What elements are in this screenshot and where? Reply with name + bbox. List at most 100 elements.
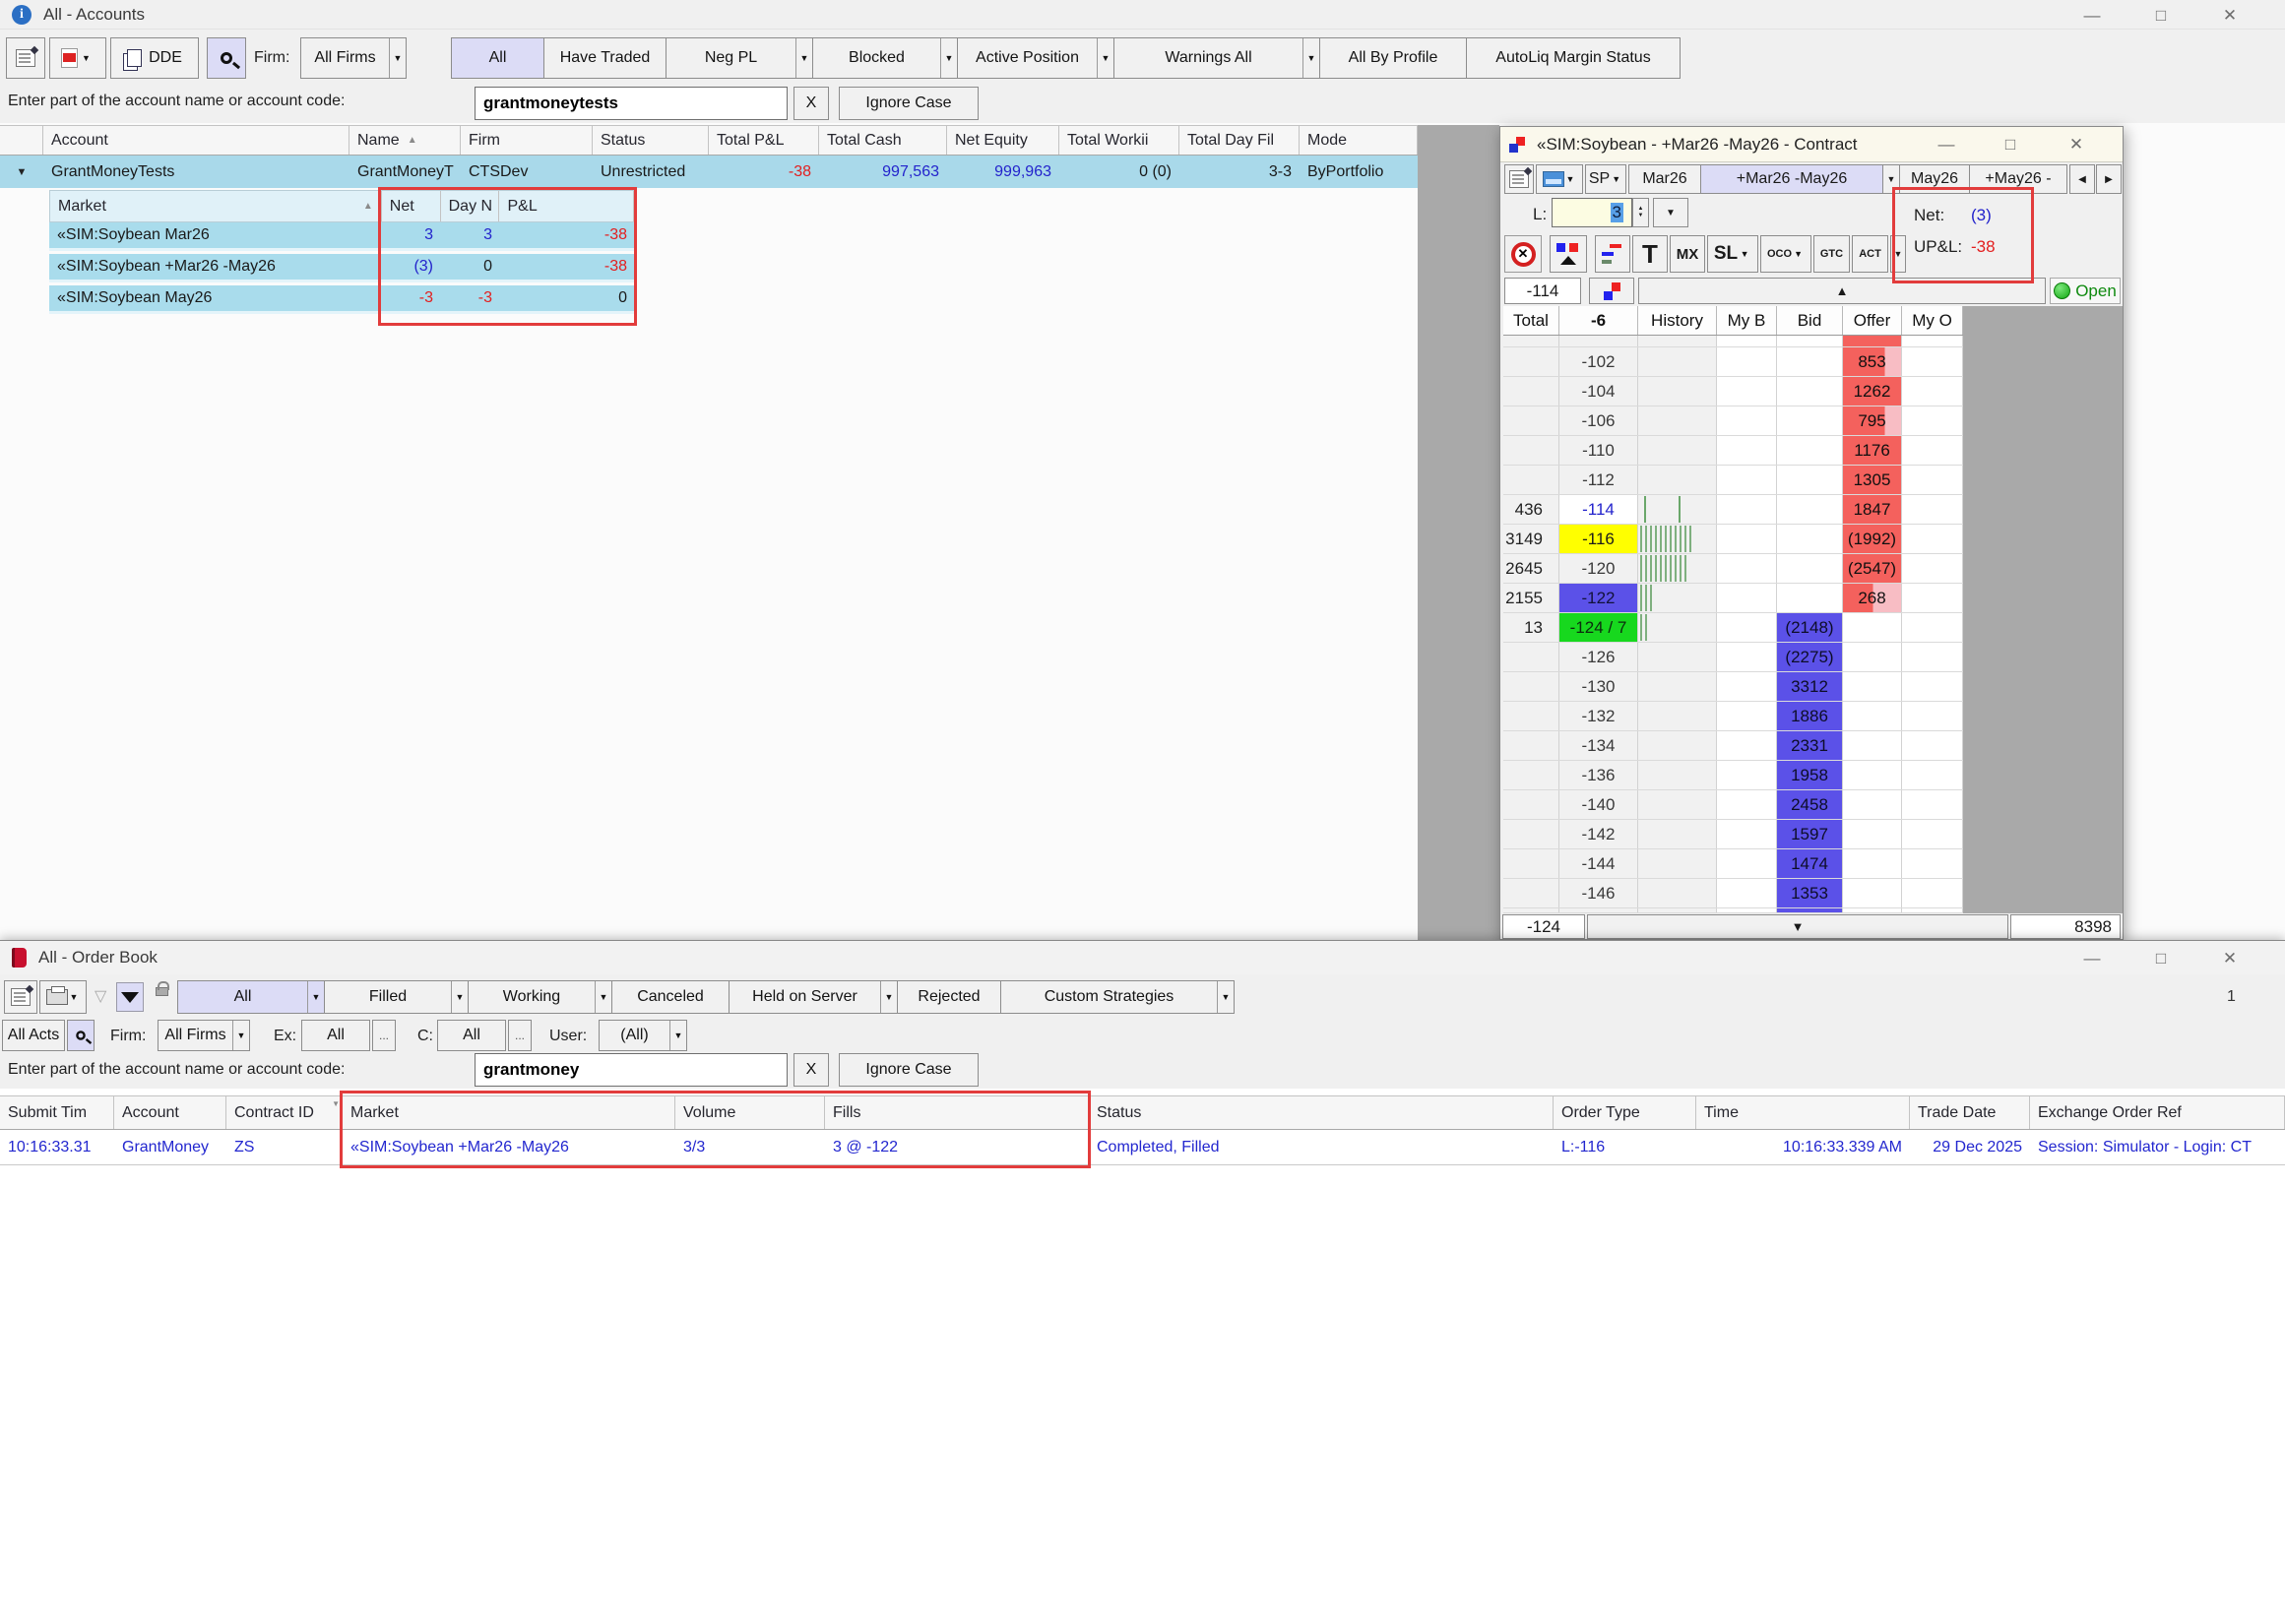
chevron-down-icon[interactable]: ▼ — [307, 981, 324, 1013]
chevron-down-icon[interactable]: ▼ — [389, 38, 406, 78]
cell-my-bid[interactable] — [1717, 336, 1777, 346]
cell-price[interactable]: -146 — [1559, 879, 1638, 907]
cell-offer[interactable]: 853 — [1843, 347, 1902, 376]
cell-bid[interactable] — [1777, 584, 1843, 612]
col-contract-id[interactable]: Contract ID▼ — [226, 1096, 343, 1129]
row-expander-icon[interactable]: ▼ — [0, 156, 43, 188]
cell-my-offer[interactable] — [1902, 554, 1963, 583]
ladder-row[interactable]: -1321886 — [1503, 702, 1963, 731]
cell-price[interactable] — [1559, 336, 1638, 346]
cell-my-offer[interactable] — [1902, 672, 1963, 701]
chevron-down-icon[interactable]: ▼ — [68, 981, 80, 1013]
ladder-tab-may26[interactable]: May26 — [1899, 164, 1970, 194]
ignore-case-button[interactable]: Ignore Case — [839, 87, 979, 120]
position-row[interactable]: «SIM:Soybean May26-3-30 — [49, 285, 635, 314]
chevron-down-icon[interactable]: ▼ — [232, 1021, 249, 1050]
cell-price[interactable]: -136 — [1559, 761, 1638, 789]
orderbook-filter-all[interactable]: All▼ — [177, 980, 325, 1014]
col-net-equity[interactable]: Net Equity — [947, 126, 1059, 155]
more-order-types-dropdown[interactable]: ▼ — [1890, 235, 1906, 273]
cell-offer[interactable]: 1305 — [1843, 466, 1902, 494]
col-account[interactable]: Account — [114, 1096, 226, 1129]
ob-clear-search-button[interactable]: X — [793, 1053, 829, 1087]
ob-search-button[interactable] — [67, 1020, 95, 1051]
col-my-offer[interactable]: My O — [1902, 306, 1963, 335]
ladder-row[interactable]: -1421597 — [1503, 820, 1963, 849]
cell-my-offer[interactable] — [1902, 584, 1963, 612]
cell-my-offer[interactable] — [1902, 820, 1963, 848]
cell-my-bid[interactable] — [1717, 790, 1777, 819]
chevron-down-icon[interactable]: ▼ — [1792, 236, 1805, 272]
pos-col-market[interactable]: Market▲ — [50, 191, 382, 221]
ladder-row[interactable]: -1461353 — [1503, 879, 1963, 908]
ladder-row[interactable]: -1361958 — [1503, 761, 1963, 790]
cell-my-bid[interactable] — [1717, 820, 1777, 848]
chevron-down-icon[interactable]: ▼ — [1738, 236, 1751, 272]
orderbook-filter-working[interactable]: Working▼ — [468, 980, 612, 1014]
cell-offer[interactable]: 1176 — [1843, 436, 1902, 465]
ob-firm-dropdown[interactable]: All Firms▼ — [158, 1020, 250, 1051]
cell-bid[interactable]: 1886 — [1777, 702, 1843, 730]
col-status[interactable]: Status — [593, 126, 709, 155]
chart-button[interactable]: ▼ — [1536, 164, 1583, 194]
chevron-down-icon[interactable]: ▼ — [78, 38, 95, 78]
cell-bid[interactable] — [1777, 406, 1843, 435]
maximize-button[interactable]: □ — [2131, 4, 2190, 28]
cell-price[interactable]: -122 — [1559, 584, 1638, 612]
col-order-type[interactable]: Order Type — [1554, 1096, 1696, 1129]
col-time[interactable]: Time — [1696, 1096, 1910, 1129]
qty-preset-dropdown[interactable]: ▼ — [1653, 198, 1688, 227]
cell-my-bid[interactable] — [1717, 495, 1777, 524]
col-exchange-order-ref[interactable]: Exchange Order Ref — [2030, 1096, 2285, 1129]
col-submit-tim[interactable]: Submit Tim — [0, 1096, 114, 1129]
cell-price[interactable]: -110 — [1559, 436, 1638, 465]
cell-my-bid[interactable] — [1717, 731, 1777, 760]
ladder-row[interactable]: -102853 — [1503, 347, 1963, 377]
ladder-row[interactable]: -1121305 — [1503, 466, 1963, 495]
orderbook-filter-held-on-server[interactable]: Held on Server▼ — [729, 980, 898, 1014]
depth-toggle-button[interactable] — [1595, 235, 1630, 273]
ladder-row[interactable]: -110 1176 — [1503, 436, 1963, 466]
export-pdf-button[interactable]: ▼ — [49, 37, 106, 79]
orderbook-filter-filled[interactable]: Filled▼ — [324, 980, 469, 1014]
cell-bid[interactable]: (2275) — [1777, 643, 1843, 671]
ob-search-input[interactable]: grantmoney — [475, 1053, 788, 1087]
ladder-tab-may26[interactable]: +May26 - — [1969, 164, 2067, 194]
orderbook-close-button[interactable]: ✕ — [2200, 947, 2259, 970]
col-firm[interactable]: Firm — [461, 126, 593, 155]
cell-offer[interactable]: 1847 — [1843, 495, 1902, 524]
accounts-filter-have-traded[interactable]: Have Traded — [543, 37, 666, 79]
ob-lock-button[interactable] — [148, 980, 175, 1014]
cell-my-offer[interactable] — [1902, 406, 1963, 435]
cell-my-bid[interactable] — [1717, 377, 1777, 406]
ladder-row[interactable] — [1503, 336, 1963, 347]
cell-my-offer[interactable] — [1902, 702, 1963, 730]
cell-price[interactable]: -144 — [1559, 849, 1638, 878]
cell-my-bid[interactable] — [1717, 672, 1777, 701]
cell-my-offer[interactable] — [1902, 879, 1963, 907]
position-row[interactable]: «SIM:Soybean +Mar26 -May26(3)0-38 — [49, 254, 635, 282]
cell-my-bid[interactable] — [1717, 613, 1777, 642]
qty-spinner[interactable]: ▲▼ — [1632, 198, 1649, 227]
cell-bid[interactable] — [1777, 495, 1843, 524]
cell-my-offer[interactable] — [1902, 790, 1963, 819]
col-total-day-fil[interactable]: Total Day Fil — [1179, 126, 1300, 155]
cell-offer[interactable] — [1843, 731, 1902, 760]
col-total[interactable]: Total — [1503, 306, 1559, 335]
col-market[interactable]: Market — [343, 1096, 675, 1129]
ladder-row[interactable]: 2645-120(2547) — [1503, 554, 1963, 584]
chevron-down-icon[interactable]: ▼ — [1217, 981, 1234, 1013]
col-mode[interactable]: Mode — [1300, 126, 1418, 155]
pos-col-day-n[interactable]: Day N — [441, 191, 500, 221]
orderbook-filter-custom-strategies[interactable]: Custom Strategies▼ — [1000, 980, 1235, 1014]
cell-my-bid[interactable] — [1717, 554, 1777, 583]
col-account[interactable]: Account — [43, 126, 349, 155]
cell-offer[interactable] — [1843, 336, 1902, 346]
trailer-button[interactable]: T — [1632, 235, 1668, 273]
accounts-filter-active-position[interactable]: Active Position▼ — [957, 37, 1114, 79]
dde-copy-button[interactable]: DDE — [110, 37, 199, 79]
cell-offer[interactable]: (1992) — [1843, 525, 1902, 553]
orderbook-table-row[interactable]: 10:16:33.31GrantMoneyZS«SIM:Soybean +Mar… — [0, 1130, 2285, 1165]
qty-input[interactable]: 3 — [1552, 198, 1632, 227]
accounts-filter-all-by-profile[interactable]: All By Profile — [1319, 37, 1467, 79]
